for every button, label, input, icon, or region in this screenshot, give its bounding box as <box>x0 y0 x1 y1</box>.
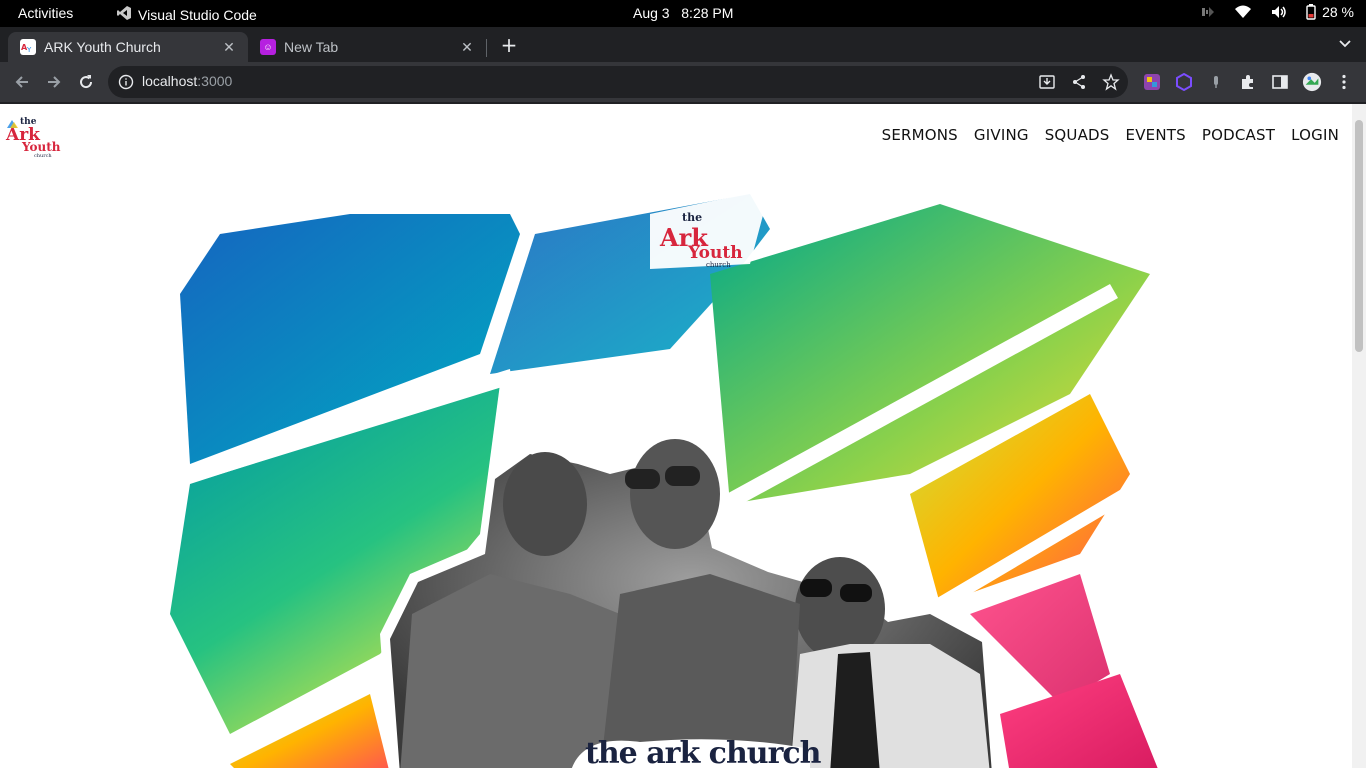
focused-app-name: Visual Studio Code <box>138 6 257 23</box>
tab-divider <box>486 39 487 57</box>
tab-close-icon[interactable]: ✕ <box>458 38 476 56</box>
site-logo[interactable]: the Ark Youth church <box>4 114 64 159</box>
hero-collage-image: the Ark Youth church <box>150 174 1170 768</box>
side-panel-icon[interactable] <box>1270 72 1290 92</box>
logo-youth: Youth <box>21 140 61 154</box>
battery-percent: 28 % <box>1322 4 1354 20</box>
url-text: localhost:3000 <box>142 73 232 89</box>
collage-panel-pink <box>1000 674 1158 768</box>
nav-squads[interactable]: SQUADS <box>1045 126 1110 144</box>
collage-logo: the Ark Youth church <box>650 189 770 269</box>
bookmark-star-icon[interactable] <box>1102 73 1120 95</box>
page-scrollbar[interactable] <box>1352 104 1366 768</box>
volume-icon <box>1270 4 1288 20</box>
new-tab-favicon-icon: ☺ <box>260 39 276 55</box>
tab-title: New Tab <box>284 39 339 55</box>
hero-caption-text: the ark church <box>585 736 821 768</box>
back-arrow-icon[interactable] <box>12 72 32 92</box>
battery-icon <box>1306 4 1316 20</box>
logo-church: church <box>34 153 52 158</box>
activities-button[interactable]: Activities <box>18 5 73 21</box>
address-bar[interactable]: localhost:3000 <box>108 66 1128 98</box>
clock[interactable]: Aug 3 8:28 PM <box>633 5 733 21</box>
focused-app-menu[interactable]: Visual Studio Code <box>116 5 257 24</box>
time-label: 8:28 PM <box>681 5 734 21</box>
react-devtools-extension-icon[interactable] <box>1142 72 1162 92</box>
microphone-extension-icon[interactable] <box>1206 72 1226 92</box>
tab-search-chevron-down-icon[interactable] <box>1338 35 1352 54</box>
system-tray[interactable]: 28 % <box>1200 4 1354 20</box>
url-host: localhost <box>142 73 198 89</box>
share-icon[interactable] <box>1070 73 1088 95</box>
scrollbar-thumb[interactable] <box>1355 120 1363 352</box>
tab-title: ARK Youth Church <box>44 39 161 55</box>
browser-menu-kebab-icon[interactable] <box>1334 72 1354 92</box>
nav-events[interactable]: EVENTS <box>1126 126 1186 144</box>
battery-indicator: 28 % <box>1306 4 1354 20</box>
extensions-area <box>1142 72 1354 92</box>
puzzle-extensions-icon[interactable] <box>1238 72 1258 92</box>
nav-sermons[interactable]: SERMONS <box>882 126 958 144</box>
svg-text:Youth: Youth <box>687 243 743 263</box>
nav-login[interactable]: LOGIN <box>1291 126 1339 144</box>
tab-ark-youth-church[interactable]: AY ARK Youth Church ✕ <box>8 32 248 62</box>
browser-toolbar: localhost:3000 <box>0 62 1366 102</box>
forward-arrow-icon[interactable] <box>44 72 64 92</box>
tab-new-tab[interactable]: ☺ New Tab ✕ <box>248 32 486 62</box>
tab-close-icon[interactable]: ✕ <box>220 38 238 56</box>
browser-tab-strip: AY ARK Youth Church ✕ ☺ New Tab ✕ + <box>0 27 1366 62</box>
install-app-icon[interactable] <box>1038 73 1056 95</box>
system-top-bar: Activities Visual Studio Code Aug 3 8:28… <box>0 0 1366 27</box>
network-wired-icon <box>1200 4 1216 20</box>
vscode-icon <box>116 5 132 24</box>
new-tab-button[interactable]: + <box>498 34 520 56</box>
wifi-icon <box>1234 4 1252 20</box>
profile-avatar[interactable] <box>1302 72 1322 92</box>
nav-giving[interactable]: GIVING <box>974 126 1029 144</box>
nav-podcast[interactable]: PODCAST <box>1202 126 1275 144</box>
svg-text:Y: Y <box>26 46 32 53</box>
site-info-icon[interactable] <box>118 74 134 94</box>
url-port: :3000 <box>197 73 233 89</box>
date-label: Aug 3 <box>633 5 670 21</box>
reload-icon[interactable] <box>76 72 96 92</box>
svg-text:church: church <box>706 261 731 269</box>
hexagon-extension-icon[interactable] <box>1174 72 1194 92</box>
site-main-nav: SERMONS GIVING SQUADS EVENTS PODCAST LOG… <box>882 126 1339 144</box>
ark-favicon-icon: AY <box>20 39 36 55</box>
page-viewport: the Ark Youth church SERMONS GIVING SQUA… <box>0 104 1352 768</box>
hero-caption: the ark church <box>585 736 821 768</box>
